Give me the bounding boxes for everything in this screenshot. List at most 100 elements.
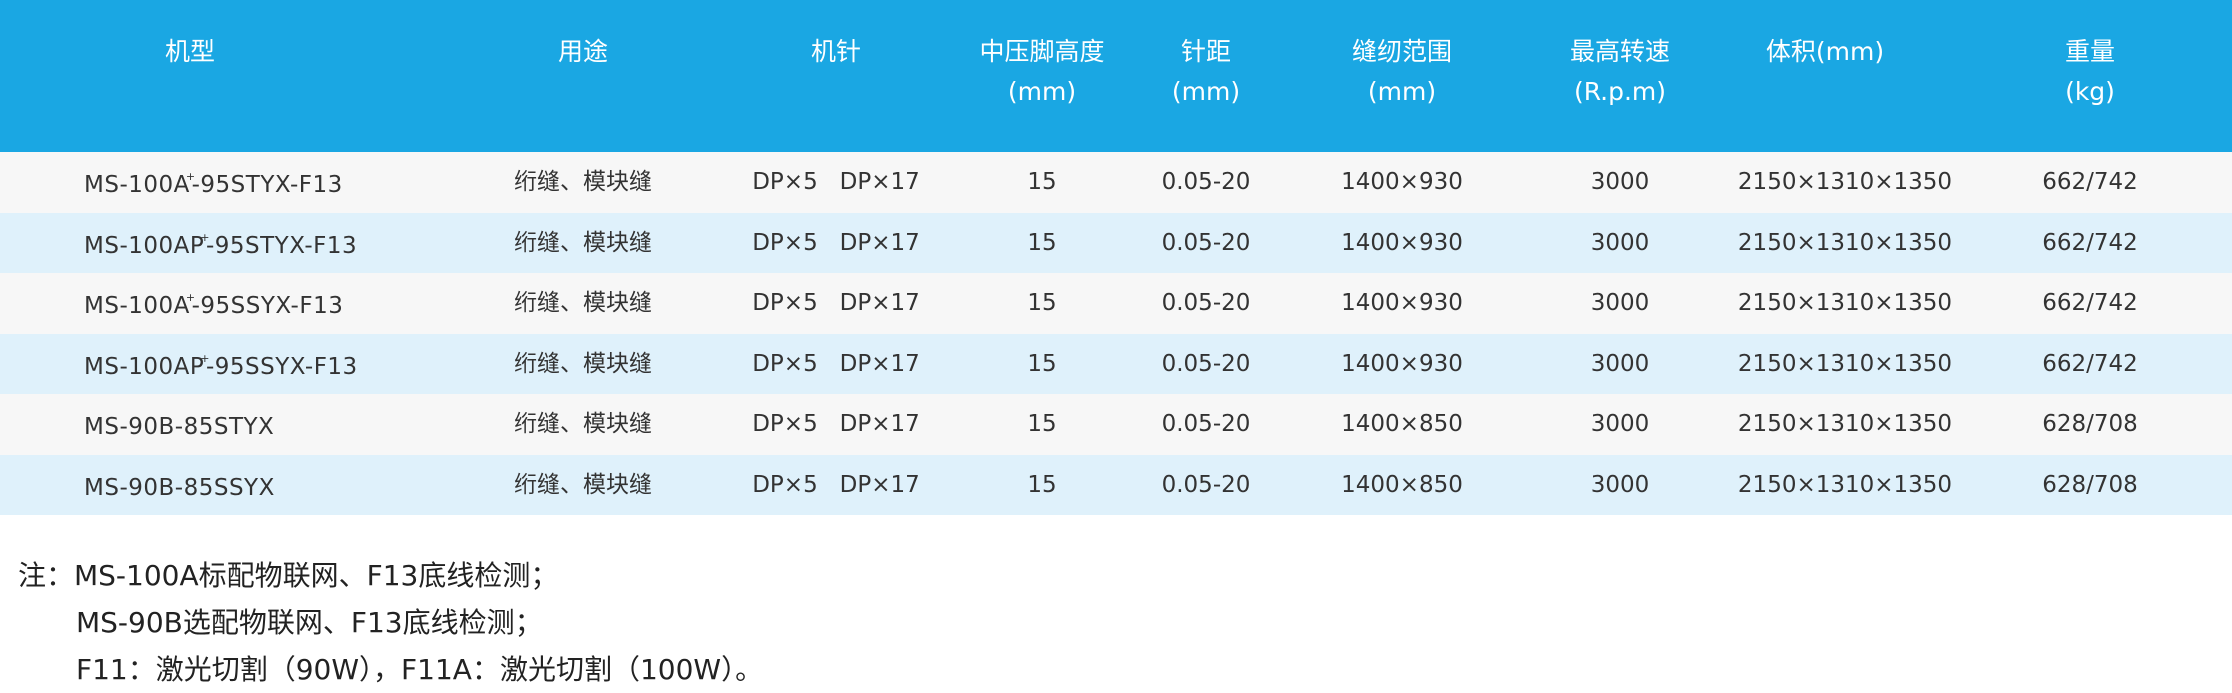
header-stitch-unit: (mm) (1171, 77, 1241, 106)
cell-sewing-range: 1400×850 (1341, 411, 1463, 437)
cell-use: 绗缝、模块缝 (514, 290, 652, 316)
cell-sewing-range: 1400×930 (1341, 169, 1463, 195)
cell-model: MS-100AP+-95STYX-F13 (84, 213, 357, 274)
cell-model: MS-100A+-95SSYX-F13 (84, 273, 343, 334)
model-base: MS-100A (84, 172, 190, 198)
spec-table: 机型 用途 机针 中压脚高度 (mm) 针距 (mm) 缝纫范围 (mm) 最高… (0, 0, 2232, 515)
model-base: MS-100AP (84, 232, 205, 259)
header-weight-unit: (kg) (2065, 77, 2115, 106)
cell-weight: 662/742 (2042, 229, 2138, 256)
model-suffix: -95SSYX-F13 (205, 353, 358, 380)
cell-stitch: 0.05-20 (1161, 411, 1251, 437)
cell-model: MS-90B-85SSYX (84, 455, 274, 516)
header-foot-height: 中压脚高度 (mm) (957, 32, 1127, 112)
cell-weight: 662/742 (2042, 290, 2138, 316)
notes: 注：MS-100A标配物联网、F13底线检测； MS-90B选配物联网、F13底… (18, 552, 763, 693)
model-suffix: -95STYX-F13 (191, 172, 343, 198)
note-line-3: F11：激光切割（90W），F11A：激光切割（100W）。 (76, 653, 764, 686)
cell-sewing-range: 1400×850 (1341, 471, 1463, 498)
cell-model: MS-100A+-95STYX-F13 (84, 152, 343, 213)
cell-needle: DP×5 DP×17 (752, 350, 920, 377)
cell-sewing-range: 1400×930 (1341, 229, 1463, 256)
cell-volume: 2150×1310×1350 (1737, 350, 1953, 377)
cell-needle: DP×5 DP×17 (752, 169, 920, 195)
cell-speed: 3000 (1590, 350, 1650, 377)
cell-volume: 2150×1310×1350 (1737, 471, 1953, 498)
cell-foot-height: 15 (1027, 290, 1057, 316)
header-speed-label: 最高转速 (1569, 37, 1670, 66)
cell-weight: 662/742 (2042, 350, 2138, 377)
header-speed: 最高转速 (R.p.m) (1540, 32, 1700, 112)
header-stitch: 针距 (mm) (1141, 32, 1271, 112)
cell-needle: DP×5 DP×17 (752, 290, 920, 316)
header-needle: 机针 (771, 32, 901, 72)
cell-weight: 628/708 (2042, 471, 2138, 498)
cell-volume: 2150×1310×1350 (1737, 411, 1953, 437)
cell-needle: DP×5 DP×17 (752, 229, 920, 256)
cell-foot-height: 15 (1027, 229, 1057, 256)
table-row: MS-100AP+-95STYX-F13 绗缝、模块缝 DP×5 DP×17 1… (0, 212, 2232, 274)
header-needle-label: 机针 (810, 37, 861, 66)
cell-weight: 628/708 (2042, 411, 2138, 437)
header-use-label: 用途 (557, 37, 608, 66)
table-row: MS-100AP+-95SSYX-F13 绗缝、模块缝 DP×5 DP×17 1… (0, 333, 2232, 395)
model-base: MS-100A (84, 293, 190, 319)
cell-sewing-range: 1400×930 (1341, 350, 1463, 377)
header-model-label: 机型 (164, 37, 215, 66)
cell-speed: 3000 (1590, 229, 1650, 256)
header-weight-label: 重量 (2064, 37, 2115, 66)
header-model: 机型 (125, 32, 255, 72)
header-use: 用途 (518, 32, 648, 72)
note-line-1: 注：MS-100A标配物联网、F13底线检测； (18, 559, 559, 592)
cell-foot-height: 15 (1027, 471, 1057, 498)
cell-use: 绗缝、模块缝 (514, 229, 652, 256)
header-volume-label: 体积(mm) (1765, 37, 1885, 66)
header-foot-height-label: 中压脚高度 (979, 37, 1105, 66)
cell-stitch: 0.05-20 (1161, 290, 1251, 316)
table-body: MS-100A+-95STYX-F13 绗缝、模块缝 DP×5 DP×17 15… (0, 152, 2232, 515)
header-stitch-label: 针距 (1180, 37, 1231, 66)
model-suffix: -95STYX-F13 (205, 232, 358, 259)
header-sewing-range-unit: (mm) (1367, 77, 1437, 106)
cell-volume: 2150×1310×1350 (1737, 290, 1953, 316)
note-line-2: MS-90B选配物联网、F13底线检测； (76, 606, 543, 639)
cell-speed: 3000 (1590, 169, 1650, 195)
cell-foot-height: 15 (1027, 411, 1057, 437)
model-base: MS-90B-85STYX (84, 414, 275, 440)
cell-stitch: 0.05-20 (1161, 350, 1251, 377)
header-volume: 体积(mm) (1740, 32, 1910, 72)
cell-model: MS-100AP+-95SSYX-F13 (84, 334, 358, 395)
model-base: MS-90B-85SSYX (84, 474, 275, 501)
cell-speed: 3000 (1590, 411, 1650, 437)
cell-weight: 662/742 (2042, 169, 2138, 195)
cell-use: 绗缝、模块缝 (514, 471, 652, 498)
header-sewing-range: 缝纫范围 (mm) (1322, 32, 1482, 112)
cell-volume: 2150×1310×1350 (1737, 169, 1953, 195)
cell-stitch: 0.05-20 (1161, 471, 1251, 498)
header-sewing-range-label: 缝纫范围 (1351, 37, 1452, 66)
cell-foot-height: 15 (1027, 350, 1057, 377)
cell-volume: 2150×1310×1350 (1737, 229, 1953, 256)
cell-model: MS-90B-85STYX (84, 394, 274, 455)
table-row: MS-90B-85STYX 绗缝、模块缝 DP×5 DP×17 15 0.05-… (0, 394, 2232, 455)
header-foot-height-unit: (mm) (1007, 77, 1077, 106)
cell-use: 绗缝、模块缝 (514, 350, 652, 377)
cell-speed: 3000 (1590, 471, 1650, 498)
table-row: MS-90B-85SSYX 绗缝、模块缝 DP×5 DP×17 15 0.05-… (0, 454, 2232, 516)
cell-needle: DP×5 DP×17 (752, 411, 920, 437)
cell-sewing-range: 1400×930 (1341, 290, 1463, 316)
model-base: MS-100AP (84, 353, 205, 380)
cell-use: 绗缝、模块缝 (514, 411, 652, 437)
header-weight: 重量 (kg) (2025, 32, 2155, 112)
table-header: 机型 用途 机针 中压脚高度 (mm) 针距 (mm) 缝纫范围 (mm) 最高… (0, 0, 2232, 152)
cell-stitch: 0.05-20 (1161, 169, 1251, 195)
model-suffix: -95SSYX-F13 (191, 293, 344, 319)
cell-stitch: 0.05-20 (1161, 229, 1251, 256)
table-row: MS-100A+-95SSYX-F13 绗缝、模块缝 DP×5 DP×17 15… (0, 273, 2232, 334)
table-row: MS-100A+-95STYX-F13 绗缝、模块缝 DP×5 DP×17 15… (0, 152, 2232, 213)
cell-use: 绗缝、模块缝 (514, 169, 652, 195)
cell-speed: 3000 (1590, 290, 1650, 316)
header-speed-unit: (R.p.m) (1573, 77, 1667, 106)
cell-foot-height: 15 (1027, 169, 1057, 195)
cell-needle: DP×5 DP×17 (752, 471, 920, 498)
